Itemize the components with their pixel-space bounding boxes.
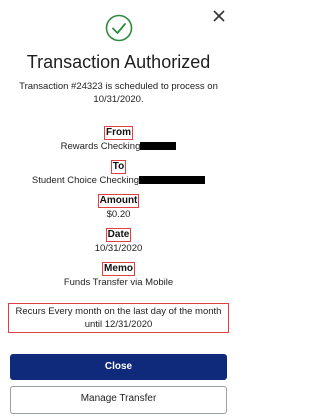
from-field: From Rewards Checking	[0, 122, 237, 153]
transaction-subtitle: Transaction #24323 is scheduled to proce…	[19, 81, 218, 105]
from-label: From	[104, 126, 133, 140]
memo-label: Memo	[102, 262, 135, 276]
date-field: Date 10/31/2020	[0, 224, 237, 255]
page-title: Transaction Authorized	[26, 52, 211, 72]
memo-field: Memo Funds Transfer via Mobile	[0, 258, 237, 289]
recurrence-text: Recurs Every month on the last day of th…	[8, 303, 229, 333]
memo-value: Funds Transfer via Mobile	[63, 277, 174, 288]
to-label: To	[110, 160, 127, 174]
redaction-block	[140, 142, 177, 151]
check-circle-icon	[105, 14, 133, 42]
to-value-row: Student Choice Checking	[0, 175, 237, 187]
redaction-block	[139, 176, 206, 185]
to-field: To Student Choice Checking	[0, 156, 237, 187]
to-value: Student Choice Checking	[31, 175, 140, 186]
amount-label: Amount	[97, 194, 140, 208]
close-button[interactable]: Close	[10, 354, 227, 380]
close-icon[interactable]	[211, 8, 227, 24]
from-value: Rewards Checking	[60, 141, 141, 152]
amount-field: Amount $0.20	[0, 190, 237, 221]
amount-value: $0.20	[106, 209, 131, 220]
date-value: 10/31/2020	[94, 243, 143, 254]
date-label: Date	[105, 228, 132, 242]
manage-transfer-button[interactable]: Manage Transfer	[10, 386, 227, 414]
from-value-row: Rewards Checking	[0, 141, 237, 153]
